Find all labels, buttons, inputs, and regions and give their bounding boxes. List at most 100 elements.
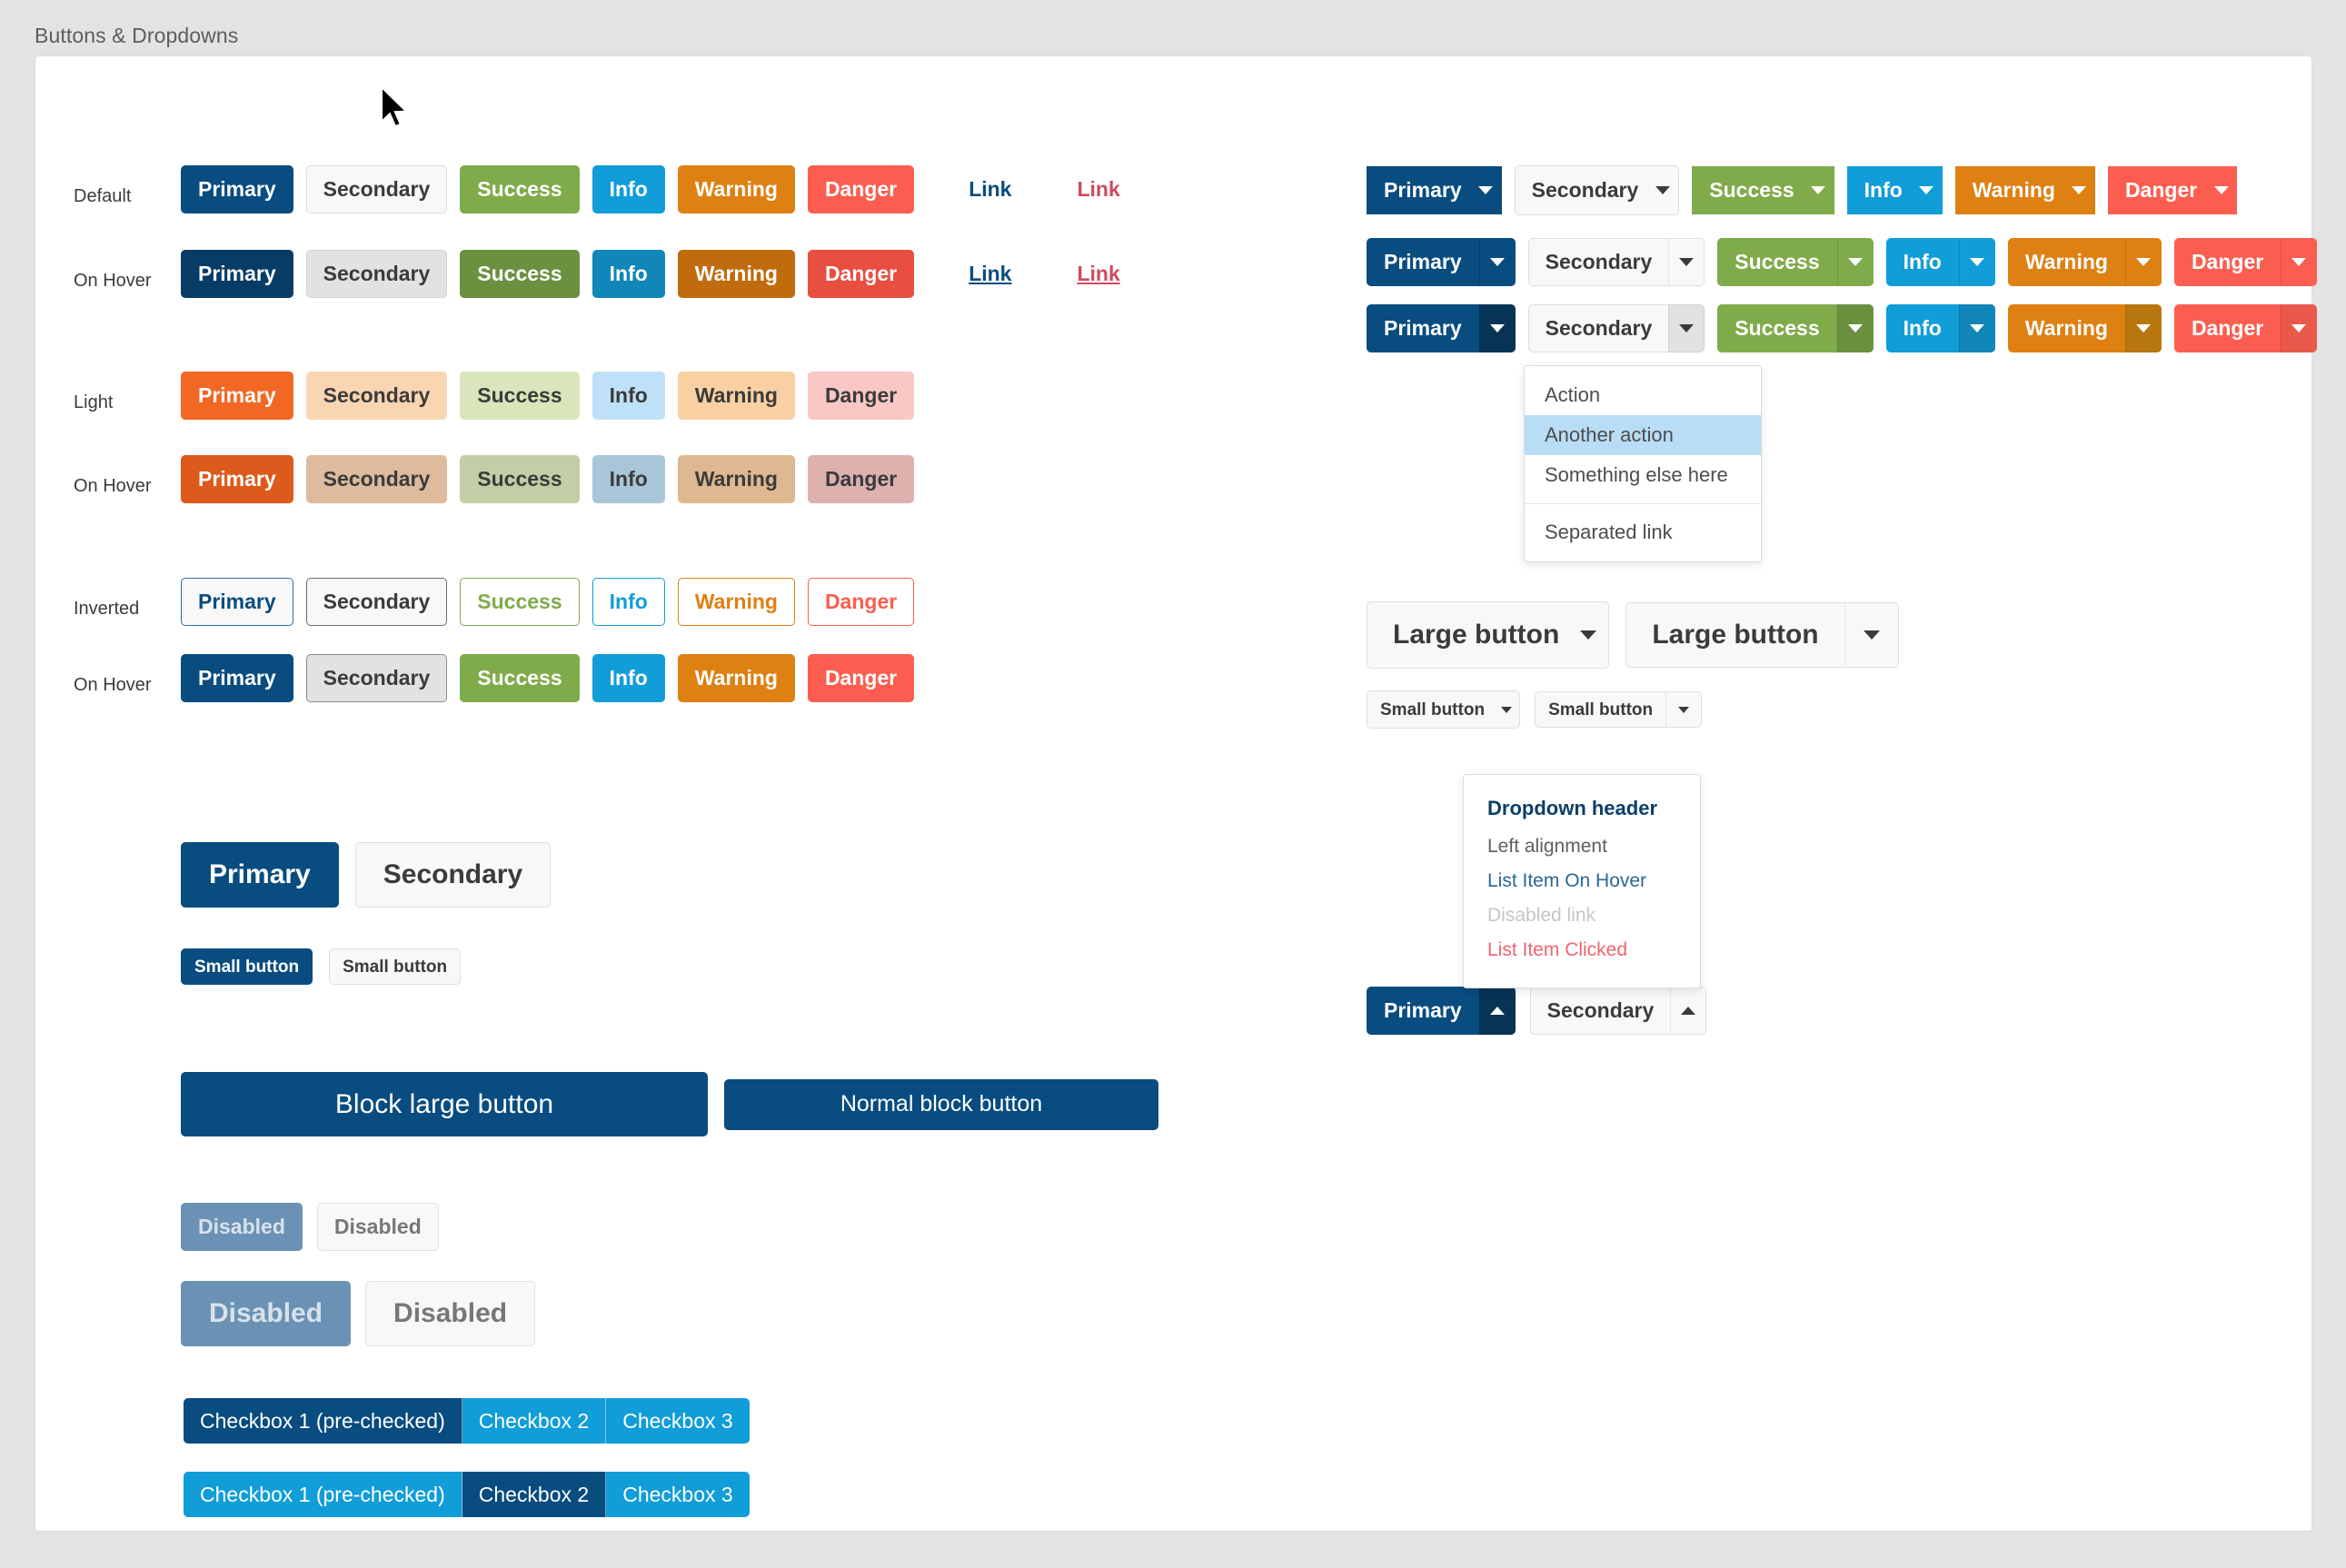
chevron-down-icon[interactable]	[1647, 166, 1678, 214]
menu-item-another[interactable]: Another action	[1525, 415, 1761, 455]
split-dropdown-danger[interactable]: Danger	[2173, 238, 2318, 286]
btn-light-info[interactable]: Info	[591, 372, 665, 420]
chevron-up-icon[interactable]	[1670, 987, 1707, 1035]
split-info-open-label[interactable]: Info	[1885, 304, 1959, 352]
btn-light-hover-success[interactable]: Success	[460, 455, 580, 503]
split-dropdown-info-open[interactable]: Info	[1885, 304, 1995, 352]
btn-inverted-warning[interactable]: Warning	[677, 578, 795, 626]
chevron-down-icon[interactable]	[1911, 166, 1943, 214]
chevron-down-icon[interactable]	[1668, 304, 1705, 352]
chevron-down-icon[interactable]	[1836, 238, 1874, 286]
checkbox-3-row2[interactable]: Checkbox 3	[606, 1472, 750, 1517]
dropup-primary[interactable]: Primary	[1367, 987, 1516, 1035]
dropup-secondary[interactable]: Secondary	[1529, 987, 1707, 1035]
btn-inverted-secondary[interactable]: Secondary	[305, 578, 448, 626]
split-dropdown-success[interactable]: Success	[1717, 238, 1874, 286]
btn-default-primary[interactable]: Primary	[181, 165, 293, 213]
chevron-down-icon[interactable]	[1958, 238, 1995, 286]
split-warning-open-label[interactable]: Warning	[2007, 304, 2125, 352]
btn-hover-success[interactable]: Success	[460, 250, 580, 298]
split-info-label[interactable]: Info	[1885, 238, 1959, 286]
btn-inverted-success[interactable]: Success	[460, 578, 580, 626]
checkbox-1-row1[interactable]: Checkbox 1 (pre-checked)	[184, 1398, 462, 1444]
split-success-label[interactable]: Success	[1717, 238, 1837, 286]
btn-inverted-primary[interactable]: Primary	[181, 578, 293, 626]
split-dropdown-danger-open[interactable]: Danger	[2173, 304, 2318, 352]
btn-default-info[interactable]: Info	[591, 165, 665, 213]
chevron-down-icon[interactable]	[1665, 691, 1703, 728]
split-warning-label[interactable]: Warning	[2007, 238, 2125, 286]
btn-inverted-hover-warning[interactable]: Warning	[677, 654, 795, 702]
chevron-down-icon[interactable]	[1478, 238, 1516, 286]
btn-hover-link[interactable]: Link	[952, 250, 1028, 298]
btn-hover-primary[interactable]: Primary	[181, 250, 293, 298]
split-dropdown-primary-open[interactable]: Primary	[1367, 304, 1516, 352]
panel-item-on-hover[interactable]: List Item On Hover	[1464, 864, 1700, 898]
dropdown-small-split[interactable]: Small button	[1535, 691, 1703, 728]
chevron-down-icon[interactable]	[1568, 602, 1608, 668]
split-success-open-label[interactable]: Success	[1717, 304, 1837, 352]
btn-default-link[interactable]: Link	[952, 165, 1028, 213]
dropdown-single-success[interactable]: Success	[1692, 166, 1834, 214]
btn-default-secondary[interactable]: Secondary	[305, 165, 448, 213]
dropup-primary-label[interactable]: Primary	[1367, 987, 1479, 1035]
dropdown-large-single[interactable]: Large button	[1367, 601, 1610, 669]
btn-default-success[interactable]: Success	[460, 165, 580, 213]
chevron-down-icon[interactable]	[1668, 238, 1705, 286]
split-danger-label[interactable]: Danger	[2173, 238, 2281, 286]
btn-light-success[interactable]: Success	[460, 372, 580, 420]
split-danger-open-label[interactable]: Danger	[2173, 304, 2281, 352]
dropup-secondary-label[interactable]: Secondary	[1529, 987, 1671, 1035]
menu-item-action[interactable]: Action	[1525, 375, 1761, 415]
chevron-down-icon[interactable]	[1470, 166, 1502, 214]
btn-light-secondary[interactable]: Secondary	[305, 372, 448, 420]
btn-light-hover-secondary[interactable]: Secondary	[305, 455, 448, 503]
btn-inverted-hover-danger[interactable]: Danger	[807, 654, 915, 702]
btn-inverted-info[interactable]: Info	[591, 578, 665, 626]
btn-hover-info[interactable]: Info	[591, 250, 665, 298]
chevron-down-icon[interactable]	[1478, 304, 1516, 352]
chevron-down-icon[interactable]	[2124, 304, 2162, 352]
chevron-down-icon[interactable]	[1803, 166, 1834, 214]
dropdown-single-info[interactable]: Info	[1846, 166, 1943, 214]
btn-light-hover-danger[interactable]: Danger	[807, 455, 915, 503]
btn-inverted-hover-success[interactable]: Success	[460, 654, 580, 702]
btn-block-large[interactable]: Block large button	[181, 1072, 708, 1136]
btn-small-secondary[interactable]: Small button	[329, 948, 462, 985]
checkbox-3-row1[interactable]: Checkbox 3	[606, 1398, 750, 1444]
chevron-down-icon[interactable]	[1494, 691, 1519, 728]
panel-item-clicked[interactable]: List Item Clicked	[1464, 933, 1700, 968]
split-primary-label[interactable]: Primary	[1367, 238, 1479, 286]
chevron-down-icon[interactable]	[2281, 304, 2318, 352]
dropdown-large-split-label[interactable]: Large button	[1625, 602, 1844, 668]
btn-light-primary[interactable]: Primary	[181, 372, 293, 420]
btn-hover-danger[interactable]: Danger	[807, 250, 915, 298]
btn-inverted-hover-secondary[interactable]: Secondary	[305, 654, 448, 702]
dropdown-small-split-label[interactable]: Small button	[1535, 691, 1666, 728]
checkbox-2-row1[interactable]: Checkbox 2	[462, 1398, 607, 1444]
btn-hover-link-alt[interactable]: Link	[1060, 250, 1136, 298]
btn-light-hover-info[interactable]: Info	[591, 455, 665, 503]
btn-hover-warning[interactable]: Warning	[677, 250, 795, 298]
dropdown-single-secondary[interactable]: Secondary	[1514, 165, 1680, 215]
btn-light-hover-warning[interactable]: Warning	[677, 455, 795, 503]
btn-inverted-hover-primary[interactable]: Primary	[181, 654, 293, 702]
split-dropdown-primary[interactable]: Primary	[1367, 238, 1516, 286]
split-dropdown-secondary-open[interactable]: Secondary	[1527, 304, 1705, 352]
chevron-down-icon[interactable]	[1836, 304, 1874, 352]
btn-large-primary[interactable]: Primary	[181, 842, 339, 908]
btn-large-secondary[interactable]: Secondary	[354, 842, 552, 908]
chevron-down-icon[interactable]	[2063, 166, 2095, 214]
btn-inverted-hover-info[interactable]: Info	[591, 654, 665, 702]
split-dropdown-info[interactable]: Info	[1885, 238, 1995, 286]
split-dropdown-warning[interactable]: Warning	[2007, 238, 2162, 286]
btn-default-link-alt[interactable]: Link	[1060, 165, 1136, 213]
split-secondary-open-label[interactable]: Secondary	[1527, 304, 1669, 352]
checkbox-1-row2[interactable]: Checkbox 1 (pre-checked)	[184, 1472, 462, 1517]
btn-inverted-danger[interactable]: Danger	[807, 578, 915, 626]
chevron-up-icon[interactable]	[1478, 987, 1516, 1035]
menu-item-something[interactable]: Something else here	[1525, 455, 1761, 495]
chevron-down-icon[interactable]	[2206, 166, 2238, 214]
split-dropdown-success-open[interactable]: Success	[1717, 304, 1874, 352]
btn-default-warning[interactable]: Warning	[677, 165, 795, 213]
